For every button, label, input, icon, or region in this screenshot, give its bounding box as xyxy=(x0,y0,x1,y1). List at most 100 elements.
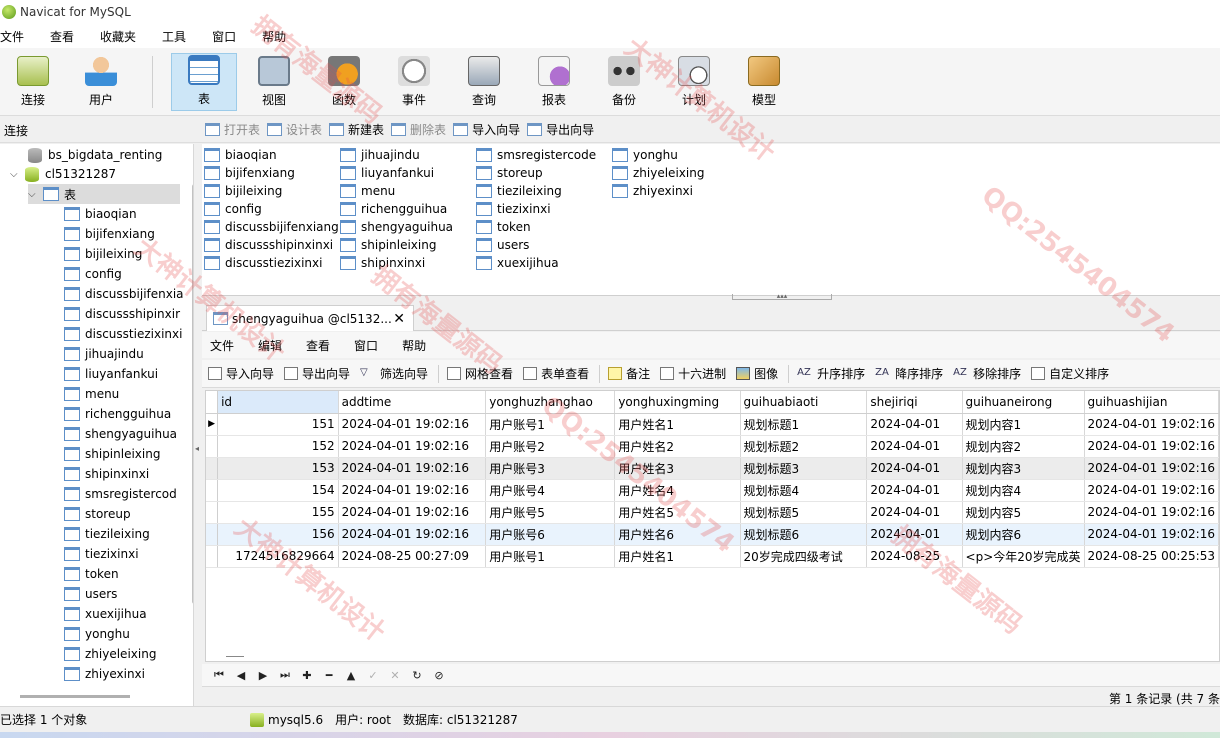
stop-icon[interactable]: ⊘ xyxy=(428,669,450,682)
table-row[interactable]: 1724516829664 2024-08-25 00:27:09 用户账号1 用户姓… xyxy=(206,545,1219,568)
table-cell[interactable]: 规划内容1 xyxy=(962,413,1085,436)
table-cell[interactable]: 用户姓名3 xyxy=(614,457,741,480)
table-cell[interactable]: 2024-04-01 19:02:16 xyxy=(338,523,487,546)
tree-table-item[interactable]: storeup xyxy=(64,504,131,524)
column-header-guihuabiaoti[interactable]: guihuabiaoti xyxy=(740,391,868,414)
tree-table-item[interactable]: menu xyxy=(64,384,119,404)
grid-filter-button[interactable]: ▽ 筛选向导 xyxy=(360,365,428,382)
table-cell[interactable]: 2024-04-01 19:02:16 xyxy=(1084,523,1219,546)
table-cell[interactable]: 2024-04-01 xyxy=(866,479,963,502)
column-header-guihuashijian[interactable]: guihuashijian xyxy=(1084,391,1219,414)
remove-sort-button[interactable]: AZ 移除排序 xyxy=(953,365,1021,382)
schedule-button[interactable]: 计划 xyxy=(661,53,727,111)
tree-table-item[interactable]: jihuajindu xyxy=(64,344,144,364)
table-row[interactable]: 152 2024-04-01 19:02:16 用户账号2 用户姓名2 规划标题2 202… xyxy=(206,435,1219,458)
table-cell[interactable]: 用户姓名5 xyxy=(614,501,741,524)
object-list-item[interactable]: shipinleixing xyxy=(340,236,453,254)
object-list-item[interactable]: biaoqian xyxy=(204,146,339,164)
table-cell[interactable]: 用户姓名6 xyxy=(614,523,741,546)
edit-record-icon[interactable]: ▲ xyxy=(340,669,362,682)
table-cell[interactable]: 2024-04-01 19:02:16 xyxy=(338,479,487,502)
table-cell[interactable]: 2024-04-01 xyxy=(866,523,963,546)
sort-desc-button[interactable]: ZA 降序排序 xyxy=(875,365,943,382)
table-cell[interactable]: 用户账号2 xyxy=(485,435,616,458)
image-button[interactable]: 图像 xyxy=(736,365,778,382)
table-cell[interactable]: 2024-04-01 xyxy=(866,457,963,480)
table-cell[interactable]: 2024-08-25 xyxy=(866,545,963,568)
tree-table-item[interactable]: shipinxinxi xyxy=(64,464,149,484)
table-cell[interactable]: 规划内容3 xyxy=(962,457,1085,480)
open-table-button[interactable]: 打开表 xyxy=(205,121,260,138)
table-cell[interactable]: 规划标题6 xyxy=(740,523,868,546)
object-list-item[interactable]: shipinxinxi xyxy=(340,254,453,272)
sidebar-horizontal-scrollbar[interactable] xyxy=(20,695,130,698)
tree-table-item[interactable]: shipinleixing xyxy=(64,444,160,464)
tree-table-item[interactable]: config xyxy=(64,264,122,284)
table-cell[interactable]: 用户姓名1 xyxy=(614,545,741,568)
object-list-item[interactable]: zhiyexinxi xyxy=(612,182,704,200)
table-row[interactable]: ▶ 151 2024-04-01 19:02:16 用户账号1 用户姓名1 规划标题1 20… xyxy=(206,413,1219,436)
table-cell[interactable]: 20岁完成四级考试 xyxy=(740,545,868,568)
delete-table-button[interactable]: 删除表 xyxy=(391,121,446,138)
editor-menu-help[interactable]: 帮助 xyxy=(402,337,426,354)
user-button[interactable]: 用户 xyxy=(68,53,134,111)
table-cell[interactable]: 154 xyxy=(217,479,339,502)
note-button[interactable]: 备注 xyxy=(608,365,650,382)
column-header-guihuaneirong[interactable]: guihuaneirong xyxy=(962,391,1085,414)
previous-record-icon[interactable]: ◀ xyxy=(230,669,252,682)
table-cell[interactable]: 153 xyxy=(217,457,339,480)
tree-table-item[interactable]: bijileixing xyxy=(64,244,142,264)
tree-table-item[interactable]: token xyxy=(64,564,119,584)
event-button[interactable]: 事件 xyxy=(381,53,447,111)
menu-tools[interactable]: 工具 xyxy=(162,28,186,45)
object-list-item[interactable]: smsregistercode xyxy=(476,146,596,164)
table-cell[interactable]: 2024-04-01 19:02:16 xyxy=(338,457,487,480)
apply-icon[interactable]: ✓ xyxy=(362,669,384,682)
add-record-icon[interactable]: ✚ xyxy=(296,669,318,682)
row-indicator[interactable] xyxy=(206,545,219,568)
table-cell[interactable]: 2024-04-01 19:02:16 xyxy=(1084,479,1219,502)
object-list-item[interactable]: tiezileixing xyxy=(476,182,596,200)
grid-view-button[interactable]: 网格查看 xyxy=(447,365,513,382)
editor-menu-file[interactable]: 文件 xyxy=(210,337,234,354)
object-list-item[interactable]: yonghu xyxy=(612,146,704,164)
object-list-item[interactable]: richengguihua xyxy=(340,200,453,218)
table-cell[interactable]: 规划标题2 xyxy=(740,435,868,458)
table-cell[interactable]: 规划内容2 xyxy=(962,435,1085,458)
table-cell[interactable]: 1724516829664 xyxy=(217,545,339,568)
grid-export-button[interactable]: 导出向导 xyxy=(284,365,350,382)
tree-table-item[interactable]: yonghu xyxy=(64,624,130,644)
table-cell[interactable]: 2024-04-01 xyxy=(866,501,963,524)
menu-favorites[interactable]: 收藏夹 xyxy=(100,28,136,45)
design-table-button[interactable]: 设计表 xyxy=(267,121,322,138)
chevron-down-icon[interactable]: ⌵ xyxy=(28,189,40,200)
column-header-yonghuxingming[interactable]: yonghuxingming xyxy=(614,391,741,414)
table-cell[interactable]: 规划标题5 xyxy=(740,501,868,524)
table-cell[interactable]: 156 xyxy=(217,523,339,546)
table-cell[interactable]: 用户姓名2 xyxy=(614,435,741,458)
import-wizard-button[interactable]: 导入向导 xyxy=(453,121,520,138)
table-cell[interactable]: 用户账号1 xyxy=(485,413,616,436)
refresh-icon[interactable]: ↻ xyxy=(406,669,428,682)
table-cell[interactable]: 2024-04-01 19:02:16 xyxy=(1084,435,1219,458)
tree-table-item[interactable]: users xyxy=(64,584,117,604)
table-cell[interactable]: 2024-08-25 00:27:09 xyxy=(338,545,487,568)
column-header-id[interactable]: id xyxy=(217,391,339,414)
table-cell[interactable]: 用户姓名4 xyxy=(614,479,741,502)
menu-window[interactable]: 窗口 xyxy=(212,28,236,45)
table-cell[interactable]: 2024-04-01 19:02:16 xyxy=(338,435,487,458)
splitter-grip-icon[interactable]: ▴▴▴ xyxy=(732,293,832,300)
table-cell[interactable]: 用户账号4 xyxy=(485,479,616,502)
column-header-shejiriqi[interactable]: shejiriqi xyxy=(866,391,963,414)
grid-import-button[interactable]: 导入向导 xyxy=(208,365,274,382)
object-list-item[interactable]: discusstiezixinxi xyxy=(204,254,339,272)
row-indicator[interactable] xyxy=(206,479,219,502)
editor-menu-edit[interactable]: 编辑 xyxy=(258,337,282,354)
tree-connection-bs-bigdata-renting[interactable]: bs_bigdata_renting xyxy=(28,145,162,165)
tree-table-item[interactable]: liuyanfankui xyxy=(64,364,158,384)
tree-table-item[interactable]: richengguihua xyxy=(64,404,171,424)
form-view-button[interactable]: 表单查看 xyxy=(523,365,589,382)
tree-table-item[interactable]: discussshipinxir xyxy=(64,304,180,324)
row-indicator[interactable]: ▶ xyxy=(206,413,219,436)
table-cell[interactable]: 用户姓名1 xyxy=(614,413,741,436)
